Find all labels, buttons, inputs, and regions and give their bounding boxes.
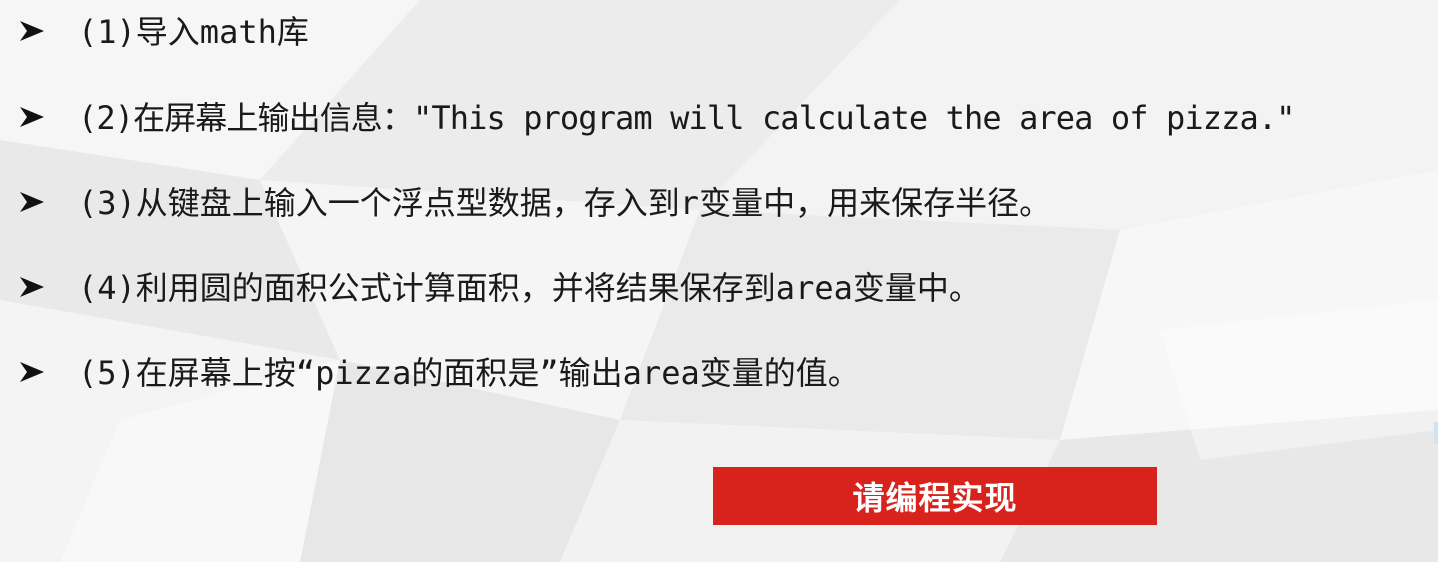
slide-content: (1)导入math库 (2)在屏幕上输出信息："This program wil… — [0, 0, 1438, 562]
edge-marker — [1434, 422, 1438, 444]
implement-program-button[interactable]: 请编程实现 — [713, 467, 1157, 525]
list-item-text: (1)导入math库 — [78, 13, 309, 51]
arrowhead-bullet-icon — [18, 351, 54, 391]
implement-program-label: 请编程实现 — [852, 479, 1018, 517]
list-item-text: (3)从键盘上输入一个浮点型数据，存入到r变量中，用来保存半径。 — [78, 184, 1052, 222]
arrowhead-bullet-icon — [18, 10, 54, 50]
list-item: (4)利用圆的面积公式计算面积，并将结果保存到area变量中。 — [18, 266, 981, 307]
arrowhead-bullet-icon — [18, 96, 54, 136]
list-item: (3)从键盘上输入一个浮点型数据，存入到r变量中，用来保存半径。 — [18, 181, 1052, 222]
list-item: (2)在屏幕上输出信息："This program will calculate… — [18, 96, 1295, 137]
list-item-text: (4)利用圆的面积公式计算面积，并将结果保存到area变量中。 — [78, 269, 981, 307]
list-item: (1)导入math库 — [18, 10, 309, 51]
arrowhead-bullet-icon — [18, 181, 54, 221]
arrowhead-bullet-icon — [18, 266, 54, 306]
list-item-text: (5)在屏幕上按“pizza的面积是”输出area变量的值。 — [78, 354, 860, 392]
list-item: (5)在屏幕上按“pizza的面积是”输出area变量的值。 — [18, 351, 860, 392]
list-item-text: (2)在屏幕上输出信息："This program will calculate… — [78, 99, 1295, 137]
